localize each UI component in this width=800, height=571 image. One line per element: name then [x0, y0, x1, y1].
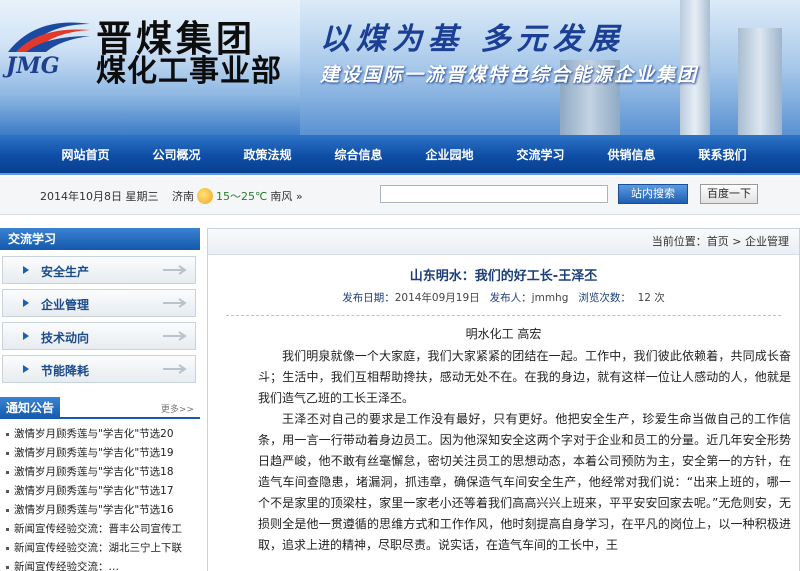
article-paragraph: 我们明泉就像一个大家庭，我们大家紧紧的团结在一起。工作中，我们彼此依赖着，共同成…: [258, 349, 791, 405]
notice-item[interactable]: 激情岁月顾秀莲与"学吉化"节选18: [4, 463, 200, 482]
notice-item[interactable]: 新闻宣传经验交流：湖北三宁上下联: [4, 539, 200, 558]
notice-more-link[interactable]: 更多>>: [161, 402, 194, 415]
arrow-right-icon: [163, 265, 187, 275]
sidebar-item-energy-saving[interactable]: 节能降耗: [2, 355, 196, 383]
current-date: 2014年10月8日 星期三: [40, 190, 159, 203]
bullet-arrow-icon: [23, 299, 29, 307]
main-navigation: 网站首页 公司概况 政策法规 综合信息 企业园地 交流学习 供销信息 联系我们: [0, 135, 800, 175]
nav-enterprise-garden[interactable]: 企业园地: [404, 135, 495, 175]
notice-header: 通知公告 更多>>: [0, 397, 200, 419]
sidebar-item-label: 技术动向: [41, 331, 90, 345]
sidebar-item-safety[interactable]: 安全生产: [2, 256, 196, 284]
baidu-search-button[interactable]: 百度一下: [700, 184, 758, 204]
meta-views-label: 浏览次数：: [578, 292, 631, 304]
notice-item[interactable]: 激情岁月顾秀莲与"学吉化"节选16: [4, 501, 200, 520]
meta-views: 12 次: [637, 292, 665, 304]
article-body: 我们明泉就像一个大家庭，我们大家紧紧的团结在一起。工作中，我们彼此依赖着，共同成…: [208, 342, 799, 556]
notice-title: 通知公告: [0, 397, 60, 419]
article-panel: 当前位置：首页 > 企业管理 山东明水：我们的好工长-王泽丕 发布日期：2014…: [207, 228, 800, 571]
nav-policies[interactable]: 政策法规: [222, 135, 313, 175]
weather-city: 济南: [172, 190, 194, 203]
slogan-sub: 建设国际一流晋煤特色综合能源企业集团: [320, 64, 699, 86]
logo-english-text: JMG: [6, 53, 60, 79]
sidebar-item-label: 节能降耗: [41, 364, 90, 378]
arrow-right-icon: [163, 364, 187, 374]
nav-general-info[interactable]: 综合信息: [313, 135, 404, 175]
notice-list: 激情岁月顾秀莲与"学吉化"节选20 激情岁月顾秀莲与"学吉化"节选19 激情岁月…: [0, 419, 200, 571]
notice-item[interactable]: 激情岁月顾秀莲与"学吉化"节选20: [4, 425, 200, 444]
nav-exchange-learning[interactable]: 交流学习: [495, 135, 586, 175]
site-search-button[interactable]: 站内搜索: [618, 184, 688, 204]
search-input[interactable]: [380, 185, 608, 203]
weather-temperature: 15～25℃: [216, 190, 268, 203]
arrow-right-icon: [163, 331, 187, 341]
slogan-main: 以煤为基 多元发展: [320, 22, 625, 57]
sidebar: 交流学习 安全生产 企业管理 技术动向 节能降耗 通知公告 更多>> 激情岁月顾…: [0, 228, 200, 571]
info-bar: 2014年10月8日 星期三 济南 15～25℃ 南风 » 站内搜索 百度一下: [0, 177, 800, 215]
notice-item[interactable]: 激情岁月顾秀莲与"学吉化"节选19: [4, 444, 200, 463]
company-logo-icon: [8, 22, 90, 52]
article-paragraph: 王泽丕对自己的要求是工作没有最好，只有更好。他把安全生产，珍爱生命当做自己的工作…: [258, 412, 791, 552]
sidebar-item-tech-trends[interactable]: 技术动向: [2, 322, 196, 350]
meta-date: 2014年09月19日: [394, 292, 480, 304]
nav-supply-info[interactable]: 供销信息: [586, 135, 677, 175]
article-title: 山东明水：我们的好工长-王泽丕: [409, 269, 598, 284]
title-divider: [226, 315, 781, 316]
article-meta: 发布日期：2014年09月19日 发布人：jmmhg 浏览次数： 12 次: [208, 290, 799, 305]
notice-item[interactable]: 激情岁月顾秀莲与"学吉化"节选17: [4, 482, 200, 501]
sidebar-menu: 安全生产 企业管理 技术动向 节能降耗: [0, 250, 200, 383]
weather-widget: 济南 15～25℃ 南风 »: [172, 188, 303, 204]
header-banner: JMG 晋煤集团 煤化工事业部 以煤为基 多元发展 建设国际一流晋煤特色综合能源…: [0, 0, 800, 135]
nav-home[interactable]: 网站首页: [40, 135, 131, 175]
arrow-right-icon: [163, 298, 187, 308]
sidebar-section-title: 交流学习: [0, 228, 200, 250]
bullet-arrow-icon: [23, 266, 29, 274]
notice-item[interactable]: 新闻宣传经验交流：…: [4, 558, 200, 571]
sidebar-item-label: 企业管理: [41, 298, 90, 312]
meta-publisher: jmmhg: [531, 292, 569, 304]
meta-publisher-label: 发布人：: [489, 292, 532, 304]
article-author: 明水化工 高宏: [465, 327, 542, 341]
sidebar-item-management[interactable]: 企业管理: [2, 289, 196, 317]
logo-chinese-line2: 煤化工事业部: [96, 54, 282, 89]
sidebar-item-label: 安全生产: [41, 265, 90, 279]
cooling-tower-image: [738, 28, 782, 135]
bullet-arrow-icon: [23, 332, 29, 340]
breadcrumb: 当前位置：首页 > 企业管理: [208, 229, 799, 255]
notice-item[interactable]: 新闻宣传经验交流：晋丰公司宣传工: [4, 520, 200, 539]
nav-company-overview[interactable]: 公司概况: [131, 135, 222, 175]
weather-wind[interactable]: 南风 »: [270, 188, 302, 204]
meta-date-label: 发布日期：: [342, 292, 395, 304]
nav-contact-us[interactable]: 联系我们: [677, 135, 768, 175]
sunny-icon: [197, 188, 213, 204]
bullet-arrow-icon: [23, 365, 29, 373]
